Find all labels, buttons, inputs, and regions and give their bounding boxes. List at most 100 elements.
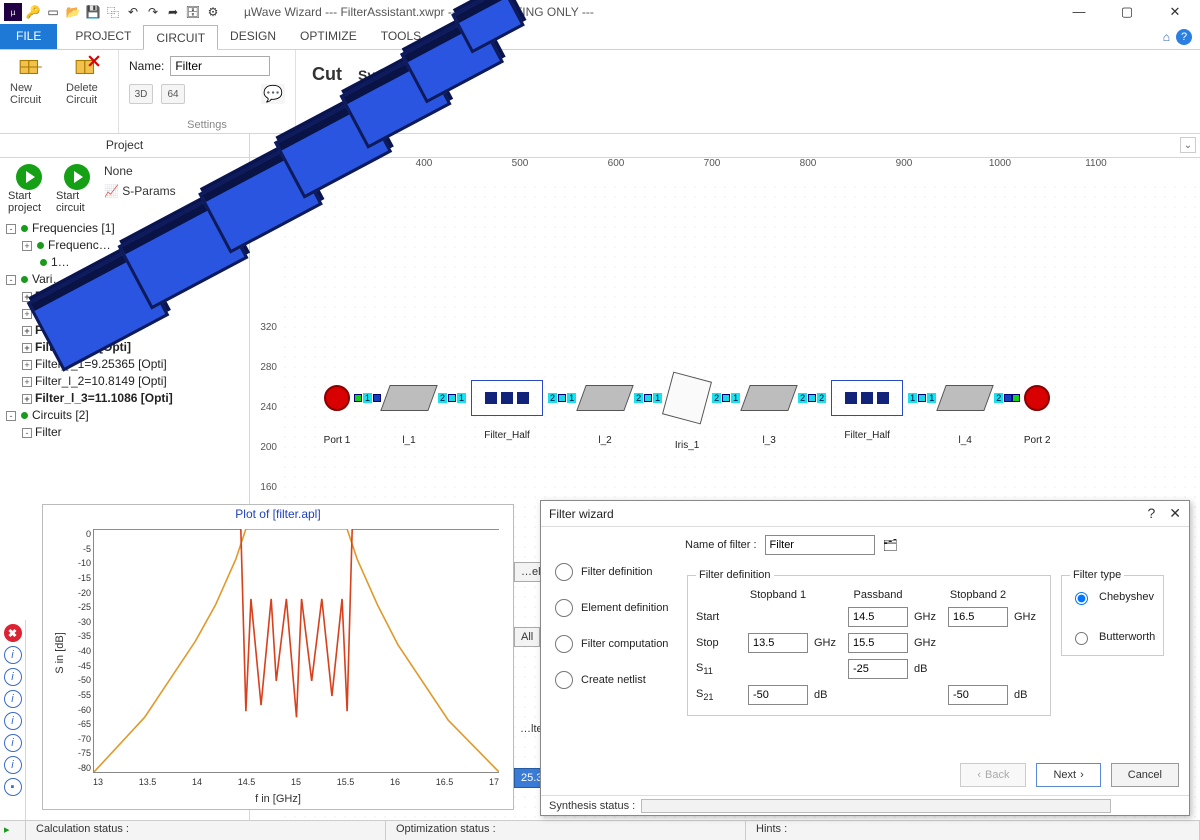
menu-tools[interactable]: TOOLS <box>369 24 433 49</box>
minimize-button[interactable]: — <box>1064 4 1094 20</box>
message-gutter: ✖ i i i i i i ▪ <box>0 620 26 820</box>
info-icon[interactable]: i <box>4 690 22 708</box>
view-64-button[interactable]: 64 <box>161 84 185 104</box>
title-bar: µ 🔑 ▭ 📂 💾 ⿻ ↶ ↷ ➦ 🗄 ⚙ µWave Wizard --- F… <box>0 0 1200 24</box>
sparam-plot[interactable]: Plot of [filter.apl] S in [dB] 0-5-10-15… <box>42 504 514 810</box>
schematic[interactable]: Port 1 1 l_1 21 Filter_Half 21 l_2 21 Ir… <box>320 358 1180 438</box>
save-icon[interactable]: 💾 <box>84 3 102 21</box>
stopband1-s21-input[interactable] <box>748 685 808 705</box>
wizard-cancel-button[interactable]: Cancel <box>1111 763 1179 787</box>
step-element-definition[interactable]: Element definition <box>555 599 673 617</box>
project-header: Project ⌄ <box>0 134 1200 158</box>
window-title: µWave Wizard --- FilterAssistant.xwpr --… <box>244 5 594 19</box>
new-circuit-button[interactable]: New Circuit <box>10 54 52 106</box>
redo-icon[interactable]: ↷ <box>144 3 162 21</box>
wizard-title: Filter wizard <box>549 507 614 521</box>
passband-stop-input[interactable] <box>848 633 908 653</box>
project-tree[interactable]: -Frequencies [1] +Frequenc… 1… -Vari… +F… <box>0 218 249 447</box>
step-create-netlist[interactable]: Create netlist <box>555 671 673 689</box>
plot-xlabel: f in [GHz] <box>43 793 513 805</box>
synthesis-status-label: Synthesis status : <box>549 800 635 812</box>
close-button[interactable]: ✕ <box>1160 4 1190 20</box>
error-icon[interactable]: ✖ <box>4 624 22 642</box>
key-icon[interactable]: 🔑 <box>24 3 42 21</box>
chart-icon[interactable]: ▪ <box>4 778 22 796</box>
info-icon[interactable]: i <box>4 712 22 730</box>
wizard-back-button[interactable]: ‹ Back <box>960 763 1026 787</box>
synthesis-progress <box>641 799 1111 813</box>
info-icon[interactable]: i <box>4 756 22 774</box>
plot-svg <box>94 529 499 772</box>
ruler-horizontal: 30040050060070080090010001100 <box>280 158 1200 182</box>
status-run-icon[interactable]: ▸ <box>0 821 26 840</box>
stopband2-s21-input[interactable] <box>948 685 1008 705</box>
home-icon[interactable]: ⌂ <box>1163 30 1170 44</box>
circuit-name-input[interactable] <box>170 56 270 76</box>
plot-ylabel: S in [dB] <box>54 632 66 674</box>
panel-collapse-icon[interactable]: ⌄ <box>1180 137 1196 153</box>
new-icon[interactable]: ▭ <box>44 3 62 21</box>
menu-optimize[interactable]: OPTIMIZE <box>288 24 369 49</box>
filter-name-input[interactable] <box>765 535 875 555</box>
stopband2-start-input[interactable] <box>948 607 1008 627</box>
element-l1[interactable] <box>380 385 437 411</box>
calc-status: Calculation status : <box>26 821 386 840</box>
menu-plot[interactable]: PLOT <box>433 24 488 49</box>
cut-button[interactable]: Cut <box>306 58 348 91</box>
filter-type-chebyshev[interactable]: Chebyshev <box>1070 589 1155 605</box>
name-label: Name: <box>129 59 164 73</box>
filter-folder-icon[interactable]: 🗂 <box>883 538 898 552</box>
run-mode-sparams[interactable]: 📈 S-Params <box>104 184 176 198</box>
passband-start-input[interactable] <box>848 607 908 627</box>
filter-type-butterworth[interactable]: Butterworth <box>1070 629 1155 645</box>
help-icon[interactable]: ? <box>1176 29 1192 45</box>
element-l4[interactable] <box>936 385 993 411</box>
comment-icon[interactable]: 💬 <box>261 84 285 104</box>
view-3d-button[interactable]: 3D <box>129 84 153 104</box>
wizard-next-button[interactable]: Next › <box>1036 763 1100 787</box>
iris-1[interactable] <box>662 372 712 425</box>
db-icon[interactable]: 🗄 <box>184 3 202 21</box>
all-button[interactable]: All <box>514 627 540 647</box>
passband-s11-input[interactable] <box>848 659 908 679</box>
filter-half-2[interactable] <box>831 380 903 416</box>
open-icon[interactable]: 📂 <box>64 3 82 21</box>
fem-2d-button[interactable]: 2D FEM <box>398 77 427 86</box>
filter-type-group: Filter type Chebyshev Butterworth <box>1061 569 1164 656</box>
undo-icon[interactable]: ↶ <box>124 3 142 21</box>
export-icon[interactable]: ➦ <box>164 3 182 21</box>
element-l2[interactable] <box>576 385 633 411</box>
element-l3[interactable] <box>740 385 797 411</box>
step-filter-computation[interactable]: Filter computation <box>555 635 673 653</box>
info-icon[interactable]: i <box>4 646 22 664</box>
info-icon[interactable]: i <box>4 734 22 752</box>
plot-title: Plot of [filter.apl] <box>43 505 513 521</box>
plot-yticks: 0-5-10-15-20-25-30-35-40-45-50-55-60-65-… <box>65 529 91 773</box>
gear-icon[interactable]: ⚙ <box>204 3 222 21</box>
menu-file[interactable]: FILE <box>0 24 57 49</box>
main-menu: FILE PROJECT CIRCUIT DESIGN OPTIMIZE TOO… <box>0 24 1200 50</box>
port-1[interactable] <box>324 385 350 411</box>
port-2[interactable] <box>1024 385 1050 411</box>
opt-status: Optimization status : <box>386 821 746 840</box>
stopband1-stop-input[interactable] <box>748 633 808 653</box>
settings-caption: Settings <box>187 119 227 131</box>
wizard-close-icon[interactable]: ✕ <box>1169 505 1181 522</box>
start-circuit-button[interactable]: Start circuit <box>56 164 98 214</box>
start-project-button[interactable]: Start project <box>8 164 50 214</box>
menu-design[interactable]: DESIGN <box>218 24 288 49</box>
step-filter-definition[interactable]: Filter definition <box>555 563 673 581</box>
menu-project[interactable]: PROJECT <box>63 24 143 49</box>
project-panel-title: Project <box>0 134 250 157</box>
ribbon: New Circuit Delete Circuit Name: 3D 64 💬… <box>0 50 1200 134</box>
wizard-help-icon[interactable]: ? <box>1147 505 1155 522</box>
filter-half-1[interactable] <box>471 380 543 416</box>
save-all-icon[interactable]: ⿻ <box>104 3 122 21</box>
status-bar: ▸ Calculation status : Optimization stat… <box>0 820 1200 840</box>
menu-circuit[interactable]: CIRCUIT <box>143 25 218 50</box>
info-icon[interactable]: i <box>4 668 22 686</box>
maximize-button[interactable]: ▢ <box>1112 4 1142 20</box>
run-mode-none[interactable]: None <box>104 164 176 178</box>
delete-circuit-button[interactable]: Delete Circuit <box>66 54 108 106</box>
symmetry-button[interactable]: Sym <box>358 67 388 83</box>
